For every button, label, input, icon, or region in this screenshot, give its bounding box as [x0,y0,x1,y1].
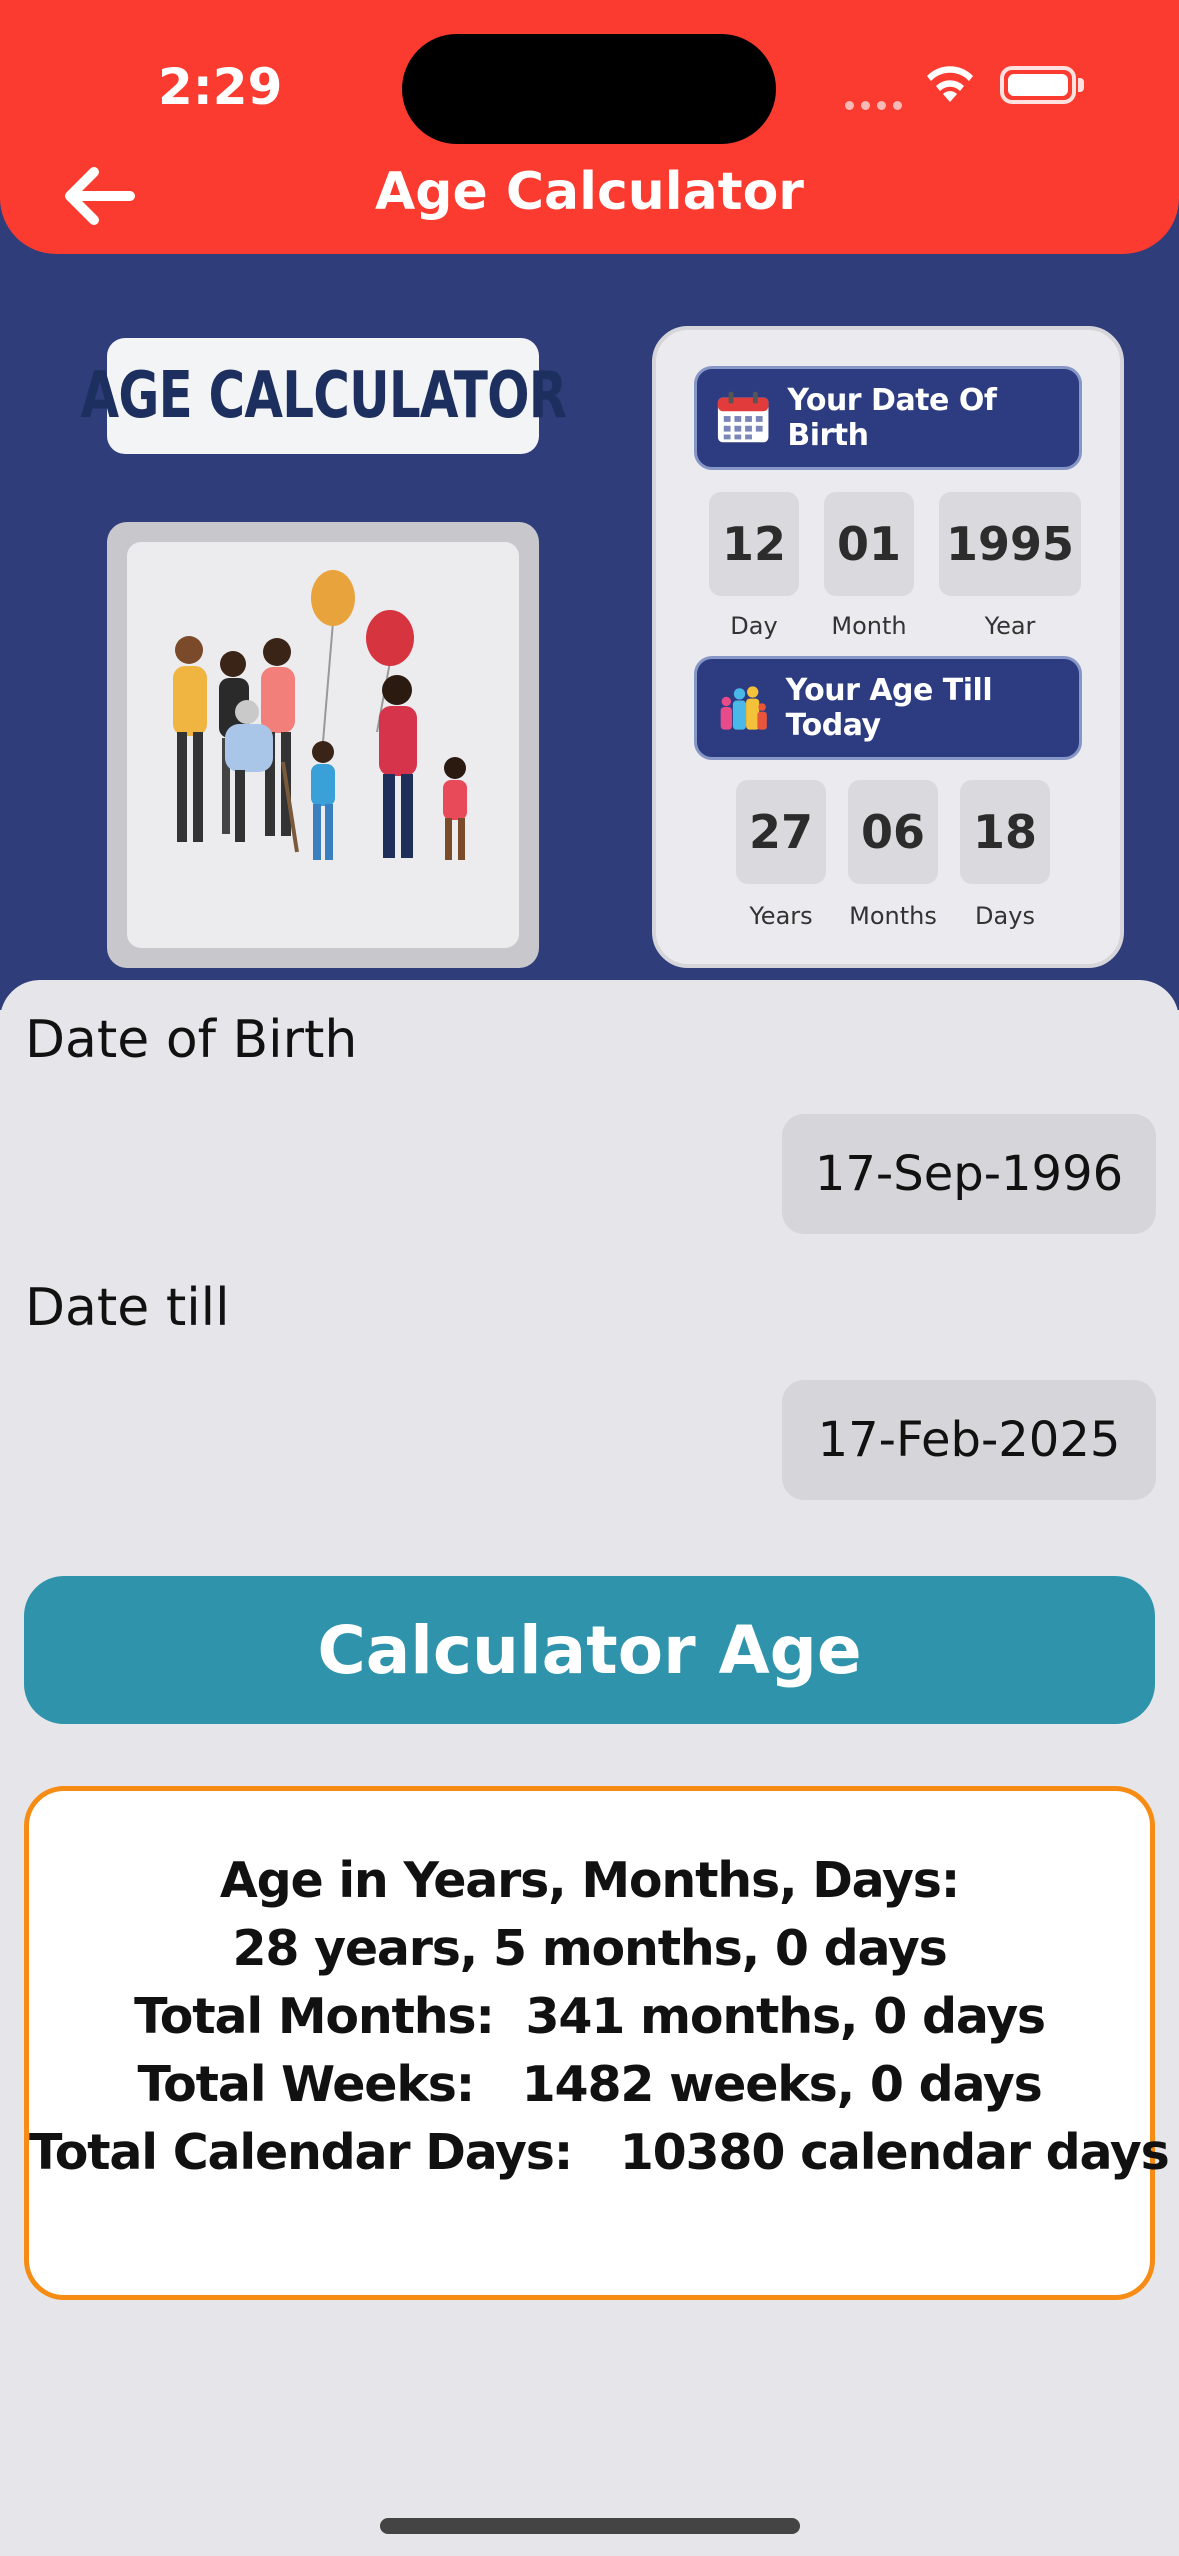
dob-field-label: Date of Birth [25,1010,358,1070]
result-box: Age in Years, Months, Days: 28 years, 5 … [24,1786,1170,2300]
result-ymd: 28 years, 5 months, 0 days [232,1920,947,1977]
dob-month-label: Month [831,612,907,640]
age-years-label: Years [749,902,813,930]
result-total-months: Total Months: 341 months, 0 days [134,1988,1046,2045]
age-days-label: Days [975,902,1035,930]
cellular-signal-icon [845,97,909,115]
age-pill: Your Age Till Today [694,656,1082,760]
till-date-picker[interactable]: 17-Feb-2025 [782,1380,1156,1500]
page-title: Age Calculator [375,162,804,222]
age-years-value: 27 [736,780,826,884]
result-total-weeks: Total Weeks: 1482 weeks, 0 days [137,2056,1042,2113]
result-total-days: Total Calendar Days: 10380 calendar days [29,2124,1170,2181]
age-days-value: 18 [960,780,1050,884]
dob-month-value: 01 [824,492,914,596]
people-icon [720,686,767,730]
dob-day-label: Day [730,612,778,640]
dob-pill: Your Date Of Birth [694,366,1082,470]
age-months-label: Months [849,902,937,930]
dynamic-island [402,34,776,144]
family-illustration [107,522,539,968]
battery-icon [1000,66,1084,104]
wifi-icon [927,66,973,102]
till-field-label: Date till [25,1278,230,1338]
dob-day-value: 12 [709,492,799,596]
banner-brand-label: AGE CALCULATOR [80,338,567,454]
age-months-value: 06 [848,780,938,884]
nav-header: 2:29 Age Calculator [0,0,1179,254]
status-time: 2:29 [158,58,283,116]
home-indicator[interactable] [380,2518,800,2534]
age-info-card: Your Date Of Birth 12 01 1995 Day Month … [652,326,1124,968]
dob-year-label: Year [984,612,1036,640]
age-pill-label: Your Age Till Today [785,673,993,743]
calendar-icon [717,391,769,443]
dob-year-value: 1995 [939,492,1081,596]
calculate-age-button[interactable]: Calculator Age [24,1576,1155,1724]
dob-pill-label: Your Date Of Birth [787,383,997,453]
dob-date-picker[interactable]: 17-Sep-1996 [782,1114,1156,1234]
result-heading: Age in Years, Months, Days: [219,1852,961,1909]
